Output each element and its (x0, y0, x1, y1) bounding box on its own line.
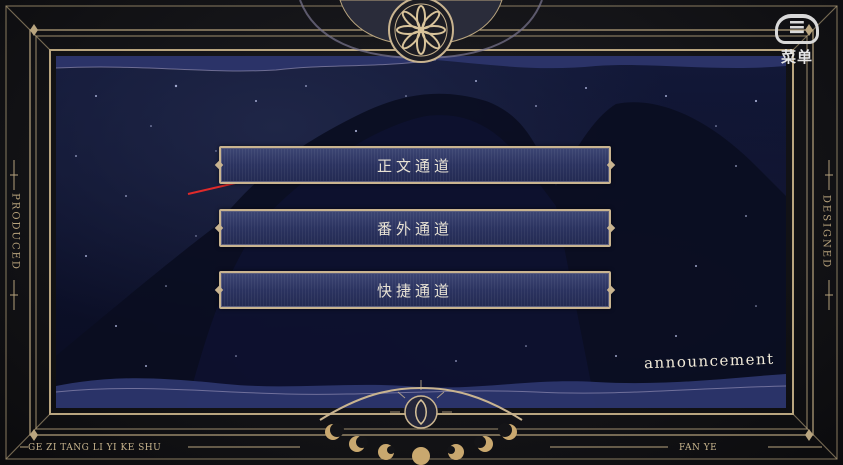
side-story-button[interactable]: 番外通道 (219, 209, 611, 247)
frame-bottom-text-right: FAN YE (679, 443, 718, 453)
frame-side-text-left: PRODUCED (9, 193, 21, 271)
main-story-button[interactable]: 正文通道 (219, 146, 611, 184)
cloud-icon (775, 14, 819, 44)
menu-watermark: 菜单 (772, 14, 822, 76)
quick-access-button[interactable]: 快捷通道 (219, 271, 611, 309)
menu-watermark-label: 菜单 (780, 48, 813, 66)
frame-bottom-text-left: GE ZI TANG LI YI KE SHU (28, 443, 162, 453)
game-menu-screen: 正文通道 番外通道 快捷通道 announcement PRODUCED DES… (0, 0, 843, 465)
frame-side-text-right: DESIGNED (820, 194, 832, 270)
